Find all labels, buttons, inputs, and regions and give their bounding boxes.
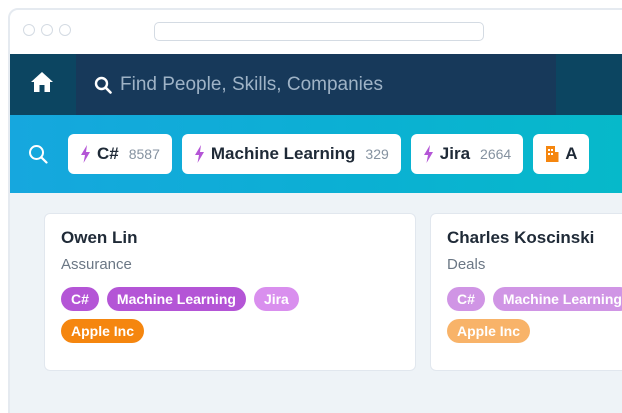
results-area: Owen Lin Assurance C# Machine Learning J… <box>10 193 622 413</box>
filter-search-icon[interactable] <box>28 144 68 164</box>
bolt-icon <box>194 145 205 163</box>
person-name: Charles Koscinski <box>447 228 595 247</box>
person-card[interactable]: Charles Koscinski Deals C# Machine Learn… <box>430 213 622 371</box>
filter-bar: C# 8587 Machine Learning 329 Jira 2664 A <box>10 115 622 193</box>
global-search[interactable] <box>76 54 556 115</box>
skill-tags: C# Machine Learning <box>447 287 622 311</box>
filter-chip-machine-learning[interactable]: Machine Learning 329 <box>181 134 401 174</box>
top-navbar <box>10 54 622 115</box>
filter-chip-count: 2664 <box>480 146 512 162</box>
person-card[interactable]: Owen Lin Assurance C# Machine Learning J… <box>44 213 416 371</box>
person-name: Owen Lin <box>61 228 138 247</box>
browser-titlebar <box>10 10 622 54</box>
company-tags: Apple Inc <box>61 319 399 343</box>
filter-chip-company[interactable]: A <box>533 134 590 174</box>
filter-chip-count: 329 <box>365 146 389 162</box>
skill-tag[interactable]: C# <box>447 287 485 311</box>
filter-chip-csharp[interactable]: C# 8587 <box>68 134 172 174</box>
window-minimize-dot[interactable] <box>41 24 53 36</box>
home-icon <box>30 71 54 98</box>
search-icon <box>94 76 112 94</box>
filter-chip-count: 8587 <box>128 146 160 162</box>
skill-tag[interactable]: Machine Learning <box>106 287 246 311</box>
filter-chip-label: C# <box>97 144 119 163</box>
company-tag[interactable]: Apple Inc <box>61 319 145 343</box>
skill-tag[interactable]: C# <box>61 287 99 311</box>
skill-tags: C# Machine Learning Jira <box>61 287 399 311</box>
person-department: Assurance <box>61 256 132 273</box>
building-icon <box>545 145 559 163</box>
address-bar[interactable] <box>154 22 484 41</box>
filter-chip-label: Machine Learning <box>210 144 356 163</box>
company-tags: Apple Inc <box>447 319 622 343</box>
filter-chip-label: Jira <box>439 144 471 163</box>
filter-chip-jira[interactable]: Jira 2664 <box>410 134 524 174</box>
window-maximize-dot[interactable] <box>59 24 71 36</box>
filter-chip-label: A <box>565 144 578 163</box>
window-close-dot[interactable] <box>23 24 35 36</box>
company-tag[interactable]: Apple Inc <box>447 319 531 343</box>
home-button[interactable] <box>10 54 74 115</box>
bolt-icon <box>423 145 434 163</box>
skill-tag[interactable]: Jira <box>253 287 299 311</box>
bolt-icon <box>80 145 91 163</box>
skill-tag[interactable]: Machine Learning <box>492 287 622 311</box>
search-input[interactable] <box>120 73 500 96</box>
person-department: Deals <box>447 256 486 273</box>
browser-window: C# 8587 Machine Learning 329 Jira 2664 A <box>8 8 622 413</box>
